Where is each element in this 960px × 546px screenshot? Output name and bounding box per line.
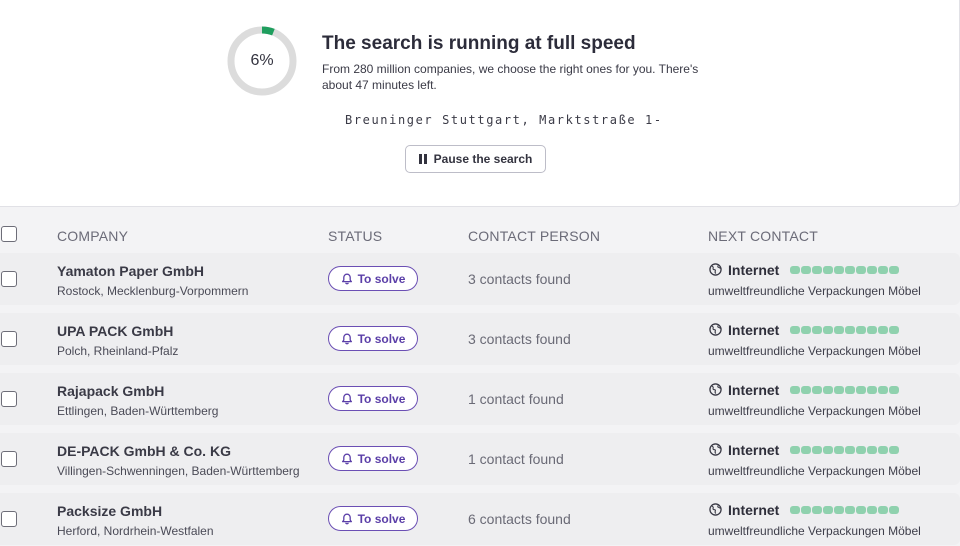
next-contact-keywords: umweltfreundliche Verpackungen Möbel [708,524,921,538]
status-badge[interactable]: To solve [328,446,418,471]
status-badge[interactable]: To solve [328,326,418,351]
next-contact-keywords: umweltfreundliche Verpackungen Möbel [708,284,921,298]
column-header-contact-person[interactable]: CONTACT PERSON [468,228,600,244]
company-location: Villingen-Schwenningen, Baden-Württember… [57,464,300,478]
column-header-status[interactable]: STATUS [328,228,382,244]
current-search-address: Breuninger Stuttgart, Marktstraße 1- [345,113,663,127]
next-contact-source: Internet [728,382,780,398]
globe-icon [709,323,722,336]
status-label: To solve [357,511,406,526]
table-row[interactable]: Rajapack GmbH Ettlingen, Baden-Württembe… [0,373,960,425]
company-location: Rostock, Mecklenburg-Vorpommern [57,284,249,298]
row-checkbox[interactable] [1,391,17,407]
column-header-next-contact[interactable]: NEXT CONTACT [708,228,818,244]
table-row[interactable]: DE-PACK GmbH & Co. KG Villingen-Schwenni… [0,433,960,485]
status-badge[interactable]: To solve [328,506,418,531]
pause-icon [418,154,427,164]
row-checkbox[interactable] [1,451,17,467]
bell-icon [341,513,352,524]
table-row[interactable]: Yamaton Paper GmbH Rostock, Mecklenburg-… [0,253,960,305]
bell-icon [341,273,352,284]
search-progress-card: 6% The search is running at full speed F… [0,0,960,207]
contacts-found: 6 contacts found [468,511,571,527]
bell-icon [341,453,352,464]
company-name[interactable]: Packsize GmbH [57,503,162,519]
next-contact-source: Internet [728,442,780,458]
table-row[interactable]: Packsize GmbH Herford, Nordrhein-Westfal… [0,493,960,545]
globe-icon [709,263,722,276]
status-label: To solve [357,331,406,346]
company-name[interactable]: DE-PACK GmbH & Co. KG [57,443,231,459]
company-location: Polch, Rheinland-Pfalz [57,344,179,358]
globe-icon [709,443,722,456]
source-strength-bar [790,266,899,274]
status-label: To solve [357,271,406,286]
next-contact-source: Internet [728,262,780,278]
next-contact-source: Internet [728,502,780,518]
pause-search-label: Pause the search [433,152,533,166]
row-checkbox[interactable] [1,331,17,347]
pause-search-button[interactable]: Pause the search [405,145,546,173]
row-checkbox[interactable] [1,271,17,287]
status-badge[interactable]: To solve [328,386,418,411]
column-header-company[interactable]: COMPANY [57,228,128,244]
company-location: Herford, Nordrhein-Westfalen [57,524,214,538]
progress-percent: 6% [250,52,274,69]
status-label: To solve [357,451,406,466]
source-strength-bar [790,446,899,454]
source-strength-bar [790,326,899,334]
bell-icon [341,333,352,344]
source-strength-bar [790,386,899,394]
company-location: Ettlingen, Baden-Württemberg [57,404,219,418]
select-all-checkbox[interactable] [1,226,17,242]
company-name[interactable]: Yamaton Paper GmbH [57,263,204,279]
contacts-found: 1 contact found [468,451,564,467]
globe-icon [709,503,722,516]
progress-ring: 6% [226,25,298,97]
row-checkbox[interactable] [1,511,17,527]
next-contact-keywords: umweltfreundliche Verpackungen Möbel [708,464,921,478]
globe-icon [709,383,722,396]
next-contact-keywords: umweltfreundliche Verpackungen Möbel [708,344,921,358]
table-row[interactable]: UPA PACK GmbH Polch, Rheinland-Pfalz To … [0,313,960,365]
company-name[interactable]: Rajapack GmbH [57,383,164,399]
company-name[interactable]: UPA PACK GmbH [57,323,173,339]
next-contact-keywords: umweltfreundliche Verpackungen Möbel [708,404,921,418]
bell-icon [341,393,352,404]
contacts-found: 3 contacts found [468,331,571,347]
search-description: From 280 million companies, we choose th… [322,62,699,92]
contacts-found: 3 contacts found [468,271,571,287]
search-title: The search is running at full speed [322,33,636,54]
next-contact-source: Internet [728,322,780,338]
status-badge[interactable]: To solve [328,266,418,291]
status-label: To solve [357,391,406,406]
contacts-found: 1 contact found [468,391,564,407]
source-strength-bar [790,506,899,514]
